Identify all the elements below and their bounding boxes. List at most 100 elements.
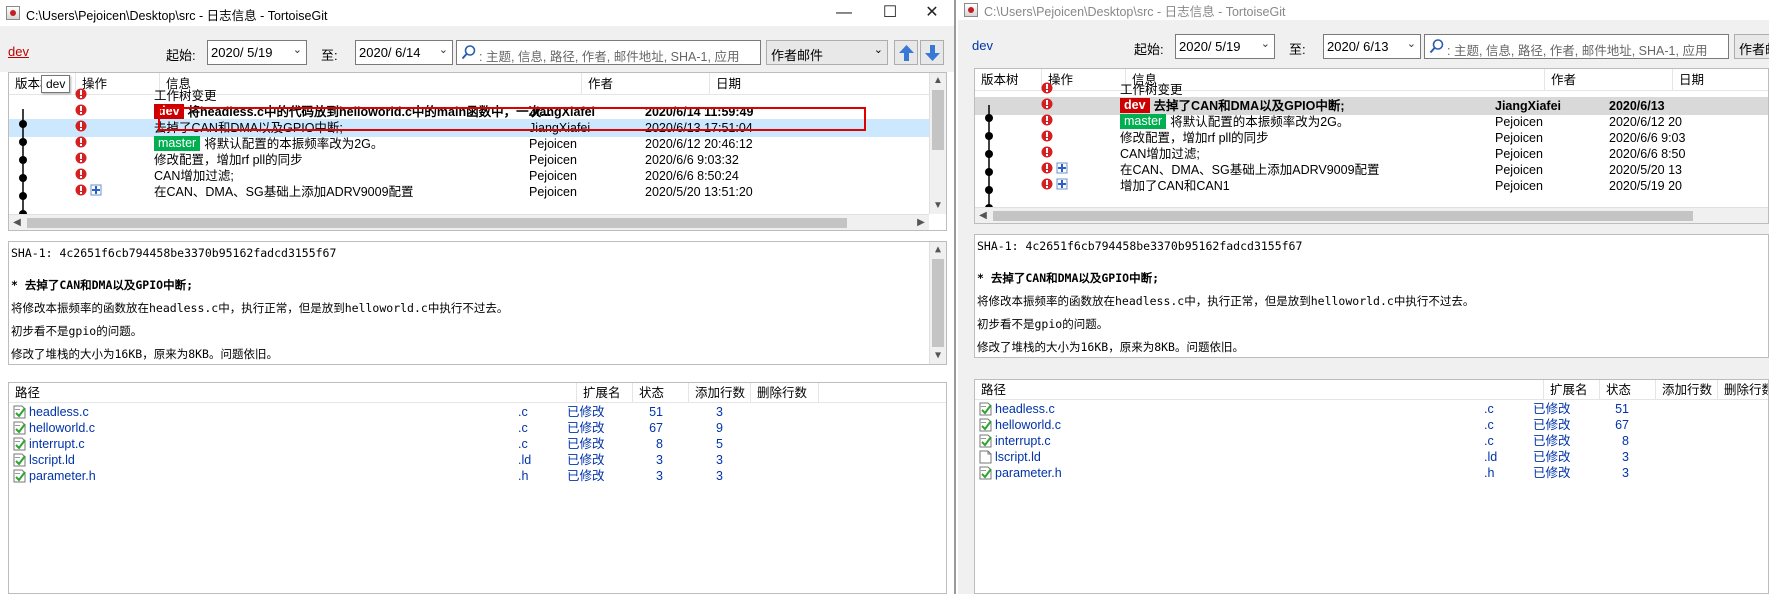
file-path: parameter.h — [995, 466, 1062, 480]
message-line: 修改了堆栈的大小为16KB，原来为8KB。问题依旧。 — [11, 347, 278, 361]
file-path: interrupt.c — [995, 434, 1051, 448]
left-log-window: C:\Users\Pejoicen\Desktop\src - 日志信息 - T… — [0, 0, 956, 594]
file-row[interactable]: helloworld.c .c 已修改 67 9 — [9, 420, 946, 436]
right-commit-list[interactable]: 版本树 操作 信息 作者 日期 工作树变更 dev 去掉了CAN和DMA以及GPIO… — [974, 68, 1769, 224]
left-filter-field-value: 作者邮件 — [771, 48, 824, 63]
file-row[interactable]: lscript.ld .ld 已修改 3 3 — [9, 452, 946, 468]
col-status[interactable]: 状态 — [633, 383, 689, 403]
right-from-date-value: 2020/ 5/19 — [1179, 39, 1241, 54]
filter-down-button[interactable] — [920, 40, 944, 65]
left-commit-list-hscrollbar[interactable]: ◀ ▶ — [9, 214, 929, 230]
col-extension[interactable]: 扩展名 — [577, 383, 633, 403]
scroll-left-icon[interactable]: ◀ — [975, 208, 991, 223]
left-search-input[interactable]: : 主题, 信息, 路径, 作者, 邮件地址, SHA-1, 应用 — [456, 40, 761, 65]
message-line: 将修改本振频率的函数放在headless.c中，执行正常，但是放到hellowo… — [977, 294, 1475, 308]
file-path: helloworld.c — [995, 418, 1062, 432]
left-commit-list-vscrollbar[interactable]: ▲ ▼ — [929, 73, 946, 214]
file-path: headless.c — [29, 405, 89, 419]
left-to-date-picker[interactable]: 2020/ 6/14 ⌄ — [355, 40, 453, 65]
left-commit-list[interactable]: 版本树 操作 信息 作者 日期 dev 工作树变更 dev 将headless.c中… — [8, 72, 947, 231]
minimize-button[interactable]: — — [824, 2, 864, 24]
left-branch-link[interactable]: dev — [8, 44, 29, 59]
right-window-title: C:\Users\Pejoicen\Desktop\src - 日志信息 - T… — [984, 5, 1286, 19]
commit-subject: 工作树变更 — [1120, 83, 1183, 97]
lines-added: 51 — [649, 405, 663, 419]
file-status: 已修改 — [1533, 402, 1571, 416]
left-from-date-picker[interactable]: 2020/ 5/19 ⌄ — [207, 40, 307, 65]
branch-tag: master — [1120, 114, 1167, 129]
col-lines-deleted[interactable]: 删除行数 — [751, 383, 819, 403]
file-status: 已修改 — [567, 437, 605, 451]
right-changed-files-list[interactable]: 路径 扩展名 状态 添加行数 删除行数 headless.c.c已修改51hel… — [974, 379, 1769, 594]
col-lines-deleted[interactable]: 删除行数 — [1718, 380, 1768, 400]
modified-file-icon — [979, 418, 992, 432]
tortoisegit-app-icon — [964, 3, 978, 17]
file-status: 已修改 — [567, 405, 605, 419]
scroll-down-icon[interactable]: ▼ — [930, 348, 946, 364]
file-row[interactable]: headless.c .c 已修改 51 3 — [9, 404, 946, 420]
file-row[interactable]: lscript.ld .ld 已修改 3 — [975, 449, 1768, 465]
commit-row[interactable]: 在CAN、DMA、SG基础上添加ADRV9009配置 Pejoicen 2020/5… — [9, 183, 946, 201]
right-branch-link[interactable]: dev — [972, 38, 993, 53]
status-icons — [1041, 177, 1068, 195]
file-status: 已修改 — [1533, 466, 1571, 480]
file-row[interactable]: parameter.h .h 已修改 3 3 — [9, 468, 946, 484]
left-commit-message[interactable]: SHA-1: 4c2651f6cb794458be3370b95162fadcd… — [8, 241, 947, 365]
left-changed-files-list[interactable]: 路径 扩展名 状态 添加行数 删除行数 headless.c .c 已修改 51 3 he… — [8, 382, 947, 594]
col-lines-added[interactable]: 添加行数 — [1656, 380, 1718, 400]
scroll-thumb[interactable] — [932, 90, 944, 150]
scroll-down-icon[interactable]: ▼ — [930, 198, 946, 214]
left-filter-field-combo[interactable]: 作者邮件 ⌄ — [766, 40, 888, 65]
file-row[interactable]: interrupt.c .c 已修改 8 — [975, 433, 1768, 449]
file-status: 已修改 — [567, 421, 605, 435]
commit-message: 增加了CAN和CAN1 — [1120, 177, 1520, 195]
lines-added: 8 — [1622, 434, 1629, 448]
right-filter-field-combo[interactable]: 作者邮 — [1734, 34, 1769, 59]
scroll-up-icon[interactable]: ▲ — [930, 73, 946, 89]
maximize-button[interactable]: ☐ — [870, 2, 910, 24]
chevron-down-icon: ⌄ — [1406, 38, 1416, 50]
chevron-down-icon: ⌄ — [873, 44, 883, 56]
arrow-up-icon — [899, 45, 914, 61]
col-status[interactable]: 状态 — [1600, 380, 1656, 400]
file-path: helloworld.c — [29, 421, 96, 435]
right-commit-list-hscrollbar[interactable]: ◀ — [975, 207, 1768, 223]
col-path[interactable]: 路径 — [9, 383, 577, 403]
left-message-vscrollbar[interactable]: ▲ ▼ — [929, 242, 946, 364]
file-status: 已修改 — [1533, 418, 1571, 432]
modified-file-icon — [979, 402, 992, 416]
modified-file-icon — [13, 437, 26, 451]
modified-file-icon — [13, 453, 26, 467]
filter-up-button[interactable] — [894, 40, 918, 65]
file-extension: .h — [1484, 466, 1495, 480]
right-search-input[interactable]: : 主题, 信息, 路径, 作者, 邮件地址, SHA-1, 应用 — [1424, 34, 1729, 59]
file-row[interactable]: headless.c .c 已修改 51 — [975, 401, 1768, 417]
right-from-label: 起始: — [1134, 42, 1164, 57]
commit-row[interactable]: 增加了CAN和CAN1 Pejoicen 2020/5/19 20 — [975, 177, 1768, 195]
modified-file-icon — [979, 434, 992, 448]
message-line: 修改了堆栈的大小为16KB，原来为8KB。问题依旧。 — [977, 340, 1244, 354]
left-title-bar: C:\Users\Pejoicen\Desktop\src - 日志信息 - T… — [0, 0, 954, 26]
file-path: parameter.h — [29, 469, 96, 483]
close-button[interactable]: ✕ — [912, 2, 952, 24]
scroll-right-icon[interactable]: ▶ — [913, 215, 929, 230]
file-icon — [979, 450, 992, 464]
file-row[interactable]: parameter.h .h 已修改 3 — [975, 465, 1768, 481]
file-status: 已修改 — [1533, 450, 1571, 464]
scroll-up-icon[interactable]: ▲ — [930, 242, 946, 258]
lines-added: 51 — [1615, 402, 1629, 416]
file-row[interactable]: helloworld.c .c 已修改 67 — [975, 417, 1768, 433]
scroll-thumb[interactable] — [993, 211, 1693, 221]
col-extension[interactable]: 扩展名 — [1544, 380, 1600, 400]
col-path[interactable]: 路径 — [975, 380, 1544, 400]
scroll-thumb[interactable] — [27, 218, 847, 228]
col-lines-added[interactable]: 添加行数 — [689, 383, 751, 403]
scroll-thumb[interactable] — [932, 259, 944, 347]
right-to-date-picker[interactable]: 2020/ 6/13 ⌄ — [1323, 34, 1421, 59]
right-from-date-picker[interactable]: 2020/ 5/19 ⌄ — [1175, 34, 1275, 59]
file-row[interactable]: interrupt.c .c 已修改 8 5 — [9, 436, 946, 452]
lines-added: 3 — [1622, 450, 1629, 464]
branch-tag: master — [154, 136, 201, 151]
scroll-left-icon[interactable]: ◀ — [9, 215, 25, 230]
right-commit-message[interactable]: SHA-1: 4c2651f6cb794458be3370b95162fadcd… — [974, 234, 1769, 358]
